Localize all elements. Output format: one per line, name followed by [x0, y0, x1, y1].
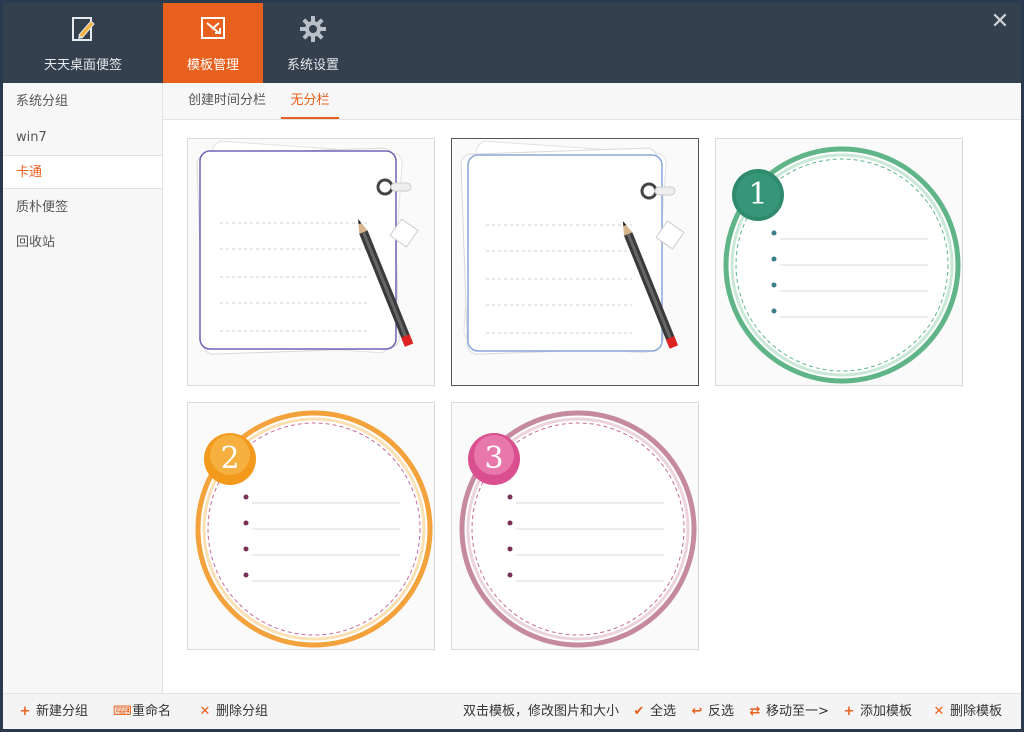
swap-arrows-icon: ⇄ — [749, 704, 761, 719]
sidebar-item-plain-notes[interactable]: 质朴便签 — [3, 191, 162, 225]
x-delete-icon: ✕ — [199, 704, 211, 719]
move-to-label: 移动至一> — [766, 704, 829, 719]
blue-note-illustration — [460, 140, 685, 355]
app-window: 天天桌面便签 模板管理 系统设置 ✕ 系统分组 win7 卡通 质朴便签 回收站… — [3, 3, 1021, 729]
template-card-purple-note[interactable] — [187, 138, 435, 386]
rename-icon: ⌨ — [113, 704, 132, 719]
checkmark-icon: ✔ — [633, 704, 645, 719]
new-group-button[interactable]: + 新建分组 — [17, 694, 88, 729]
template-number-3: 3 — [484, 441, 504, 476]
delete-group-button[interactable]: ✕ 删除分组 — [197, 694, 268, 729]
tab-system-settings[interactable]: 系统设置 — [263, 3, 363, 83]
template-panel: 创建时间分栏 无分栏 1 2 3 — [163, 83, 1021, 693]
new-group-label: 新建分组 — [36, 704, 89, 719]
tab-template-management[interactable]: 模板管理 — [163, 3, 263, 83]
move-to-button[interactable]: ⇄ 移动至一> — [747, 694, 829, 729]
select-all-label: 全选 — [650, 704, 677, 719]
delete-group-label: 删除分组 — [216, 704, 269, 719]
tab-system-settings-label: 系统设置 — [286, 58, 339, 73]
delete-template-label: 删除模板 — [950, 704, 1003, 719]
gear-icon — [299, 15, 327, 43]
plus-icon: + — [843, 704, 855, 719]
invert-icon: ↩ — [691, 704, 703, 719]
tab-desktop-notes[interactable]: 天天桌面便签 — [3, 3, 163, 83]
tab-desktop-notes-label: 天天桌面便签 — [43, 58, 122, 73]
invert-selection-button[interactable]: ↩ 反选 — [689, 694, 734, 729]
hint-text: 双击模板，修改图片和大小 — [463, 704, 620, 719]
bottom-toolbar: + 新建分组 ⌨重命名 ✕ 删除分组 双击模板，修改图片和大小 ✔ 全选 ↩ 反选 ⇄ 移… — [3, 693, 1021, 729]
tab-template-management-label: 模板管理 — [186, 58, 239, 73]
sidebar-item-win7[interactable]: win7 — [3, 121, 162, 155]
template-card-orange-circle[interactable]: 2 — [187, 402, 435, 650]
template-number-2: 2 — [220, 441, 240, 476]
top-navigation-bar: 天天桌面便签 模板管理 系统设置 ✕ — [3, 3, 1021, 83]
template-card-blue-note[interactable] — [451, 138, 699, 386]
purple-note-illustration — [196, 140, 419, 355]
invert-label: 反选 — [708, 704, 735, 719]
add-template-label: 添加模板 — [860, 704, 913, 719]
sidebar-item-cartoon[interactable]: 卡通 — [3, 155, 162, 189]
subtab-by-creation-time[interactable]: 创建时间分栏 — [181, 83, 273, 119]
template-card-green-circle[interactable]: 1 — [715, 138, 963, 386]
sidebar-item-system-group[interactable]: 系统分组 — [3, 85, 162, 119]
template-card-pink-circle[interactable]: 3 — [451, 402, 699, 650]
select-all-button[interactable]: ✔ 全选 — [631, 694, 676, 729]
pencil-note-icon — [69, 15, 97, 43]
rename-button[interactable]: ⌨重命名 — [113, 694, 171, 729]
rename-label: 重命名 — [132, 704, 172, 719]
view-mode-tabs: 创建时间分栏 无分栏 — [163, 83, 1021, 120]
group-sidebar: 系统分组 win7 卡通 质朴便签 回收站 — [3, 83, 163, 693]
template-icon — [199, 15, 227, 43]
add-template-button[interactable]: + 添加模板 — [841, 694, 912, 729]
subtab-no-columns[interactable]: 无分栏 — [281, 83, 339, 119]
template-number-1: 1 — [748, 177, 768, 212]
close-icon[interactable]: ✕ — [989, 11, 1011, 33]
plus-icon: + — [19, 704, 31, 719]
sidebar-item-recycle-bin[interactable]: 回收站 — [3, 226, 162, 260]
x-delete-icon: ✕ — [933, 704, 945, 719]
delete-template-button[interactable]: ✕ 删除模板 — [931, 694, 1002, 729]
